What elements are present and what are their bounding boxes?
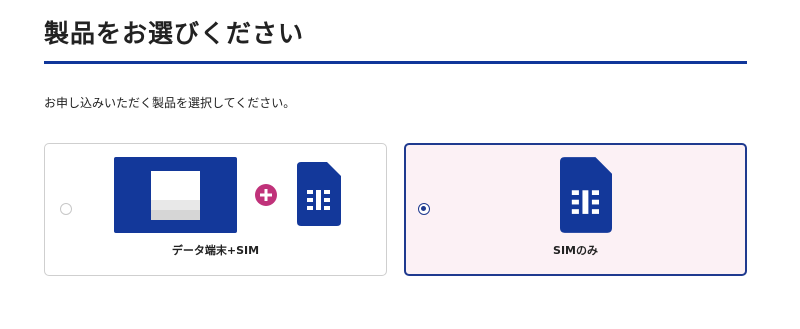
option-label-device-sim: データ端末+SIM (171, 244, 260, 257)
sim-card-icon (560, 157, 612, 233)
plus-icon (255, 184, 277, 206)
page-title: 製品をお選びください (44, 19, 305, 48)
product-selection-page: 製品をお選びください お申し込みいただく製品を選択してください。 データ端末+S… (0, 0, 800, 329)
option-card-sim-only[interactable]: SIMのみ (404, 143, 747, 276)
radio-selected-dot (421, 206, 426, 211)
option-label-sim-only: SIMのみ (553, 244, 598, 257)
sim-card-icon (297, 162, 341, 226)
device-icon (114, 157, 237, 233)
option-card-device-sim[interactable]: データ端末+SIM (44, 143, 387, 276)
radio-button-sim-only[interactable] (418, 203, 430, 215)
radio-button-device-sim[interactable] (60, 203, 72, 215)
instruction-text: お申し込みいただく製品を選択してください。 (44, 96, 296, 110)
title-divider (44, 61, 747, 64)
